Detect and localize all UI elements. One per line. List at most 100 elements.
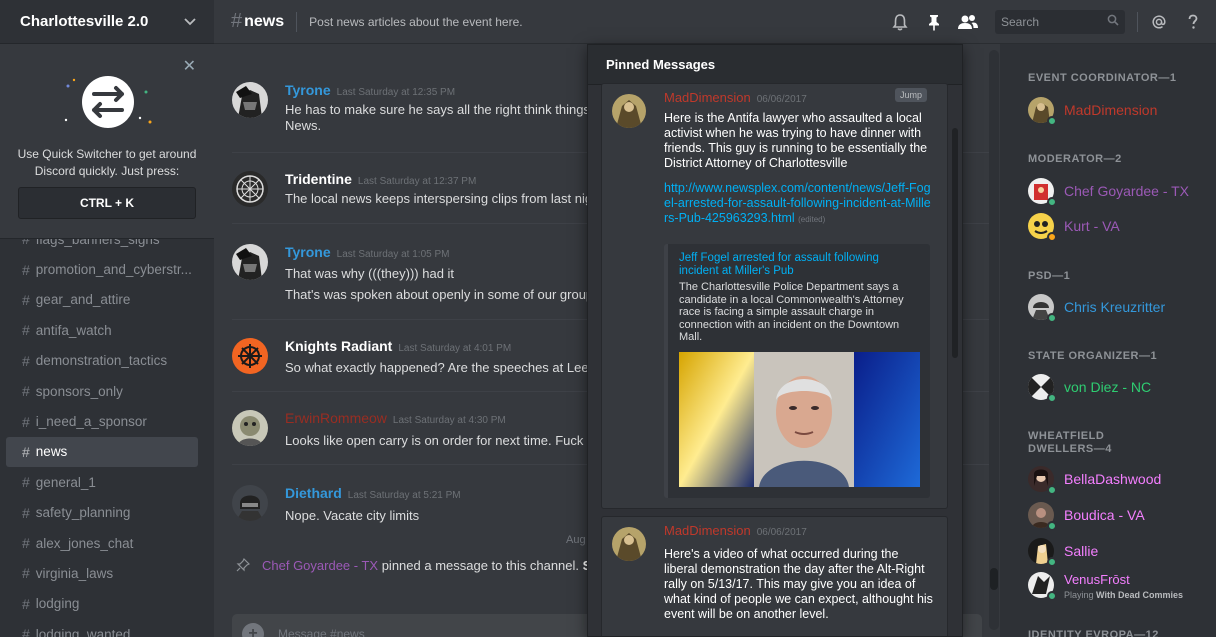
mention-icon[interactable] <box>1146 9 1172 35</box>
avatar[interactable] <box>232 82 268 118</box>
status-idle-indicator <box>1047 232 1057 242</box>
member-activity: Playing With Dead Commies <box>1064 590 1183 600</box>
channel-label: news <box>35 444 68 460</box>
member-item[interactable]: Kurt - VA <box>1028 212 1120 242</box>
pinned-date: 06/06/2017 <box>756 94 807 105</box>
server-name: Charlottesville 2.0 <box>20 13 149 30</box>
avatar[interactable] <box>232 244 268 280</box>
channel-item[interactable]: # i_need_a_sponsor <box>6 406 198 436</box>
channel-item[interactable]: # alex_jones_chat <box>6 528 198 558</box>
help-icon[interactable] <box>1180 9 1206 35</box>
message-author[interactable]: Diethard Last Saturday at 5:21 PM <box>285 485 461 501</box>
pinned-author[interactable]: MadDimension 06/06/2017 <box>664 90 807 105</box>
channel-label: promotion_and_cyberstr... <box>35 262 192 278</box>
hash-icon: # <box>22 352 30 369</box>
close-icon[interactable]: ✕ <box>183 56 196 76</box>
channel-topic: Post news articles about the event here. <box>309 14 523 29</box>
member-item[interactable]: Boudica - VA <box>1028 501 1145 531</box>
member-item[interactable]: MadDimension <box>1028 96 1157 126</box>
pinned-date: 06/06/2017 <box>756 527 807 538</box>
channel-label: safety_planning <box>35 505 131 521</box>
system-actor[interactable]: Chef Goyardee - TX <box>262 558 378 573</box>
shortcut-button[interactable]: CTRL + K <box>18 187 196 219</box>
pin-icon[interactable] <box>921 9 947 35</box>
pinned-message: MadDimension 06/06/2017 Jump Here is the … <box>601 83 948 509</box>
author-name: Knights Radiant <box>285 338 393 354</box>
embed-image[interactable] <box>679 352 920 487</box>
hash-icon: # <box>22 383 30 400</box>
search-input[interactable] <box>1001 15 1101 29</box>
status-online-indicator <box>1047 557 1057 567</box>
message-author[interactable]: Tyrone Last Saturday at 12:35 PM <box>285 82 455 98</box>
message-author[interactable]: Knights Radiant Last Saturday at 4:01 PM <box>285 338 511 354</box>
member-name: Kurt - VA <box>1064 218 1120 234</box>
message-scrollbar-track[interactable] <box>989 50 999 630</box>
channel-item[interactable]: # virginia_laws <box>6 558 198 588</box>
channel-item[interactable]: # demonstration_tactics <box>6 346 198 376</box>
search-icon[interactable] <box>1107 13 1119 31</box>
author-name: Tridentine <box>285 171 352 187</box>
jump-button[interactable]: Jump <box>894 88 927 102</box>
members-icon[interactable] <box>955 9 981 35</box>
quick-switcher-text: Use Quick Switcher to get around Discord… <box>17 147 197 178</box>
channel-label: lodging <box>35 596 80 612</box>
role-header: WHEATFIELD DWELLERS—4 <box>1028 430 1112 456</box>
avatar[interactable] <box>232 410 268 446</box>
chevron-down-icon <box>184 15 196 29</box>
system-text: pinned a message to this channel. <box>378 558 583 573</box>
member-item[interactable]: Chef Goyardee - TX <box>1028 177 1189 207</box>
channel-item[interactable]: # sponsors_only <box>6 376 198 406</box>
avatar[interactable] <box>612 94 646 128</box>
bell-icon[interactable] <box>887 9 913 35</box>
avatar[interactable] <box>232 338 268 374</box>
member-name: BellaDashwood <box>1064 471 1162 487</box>
member-item[interactable]: Sallie <box>1028 537 1098 567</box>
message-timestamp: Last Saturday at 5:21 PM <box>347 490 461 501</box>
upload-plus-icon[interactable]: + <box>242 623 264 637</box>
message-author[interactable]: Tyrone Last Saturday at 1:05 PM <box>285 244 449 260</box>
channel-item[interactable]: # general_1 <box>6 467 198 497</box>
pinned-message: MadDimension 06/06/2017 Here's a video of… <box>601 516 948 636</box>
avatar <box>1028 97 1057 126</box>
channel-item[interactable]: # promotion_and_cyberstr... <box>6 254 198 284</box>
channel-item[interactable]: # safety_planning <box>6 498 198 528</box>
divider <box>1137 12 1138 32</box>
pinned-author[interactable]: MadDimension 06/06/2017 <box>664 523 807 538</box>
channel-item[interactable]: # lodging_wanted <box>6 619 198 637</box>
member-item[interactable]: VenusFrōst Playing With Dead Commies <box>1028 568 1183 604</box>
channel-item[interactable]: # antifa_watch <box>6 315 198 345</box>
avatar[interactable] <box>612 527 646 561</box>
link-embed: Jeff Fogel arrested for assault followin… <box>664 244 930 498</box>
embed-title[interactable]: Jeff Fogel arrested for assault followin… <box>679 252 909 278</box>
avatar[interactable] <box>232 171 268 207</box>
member-name: Boudica - VA <box>1064 507 1145 523</box>
channel-header: # news Post news articles about the even… <box>214 0 1216 44</box>
quick-switcher-tip: ✕ Use Quick Switcher to get around Disco… <box>0 44 214 239</box>
channel-item-active[interactable]: # news <box>6 436 198 468</box>
hash-icon: # <box>22 535 30 552</box>
status-online-indicator <box>1047 485 1057 495</box>
channel-item[interactable]: # gear_and_attire <box>6 285 198 315</box>
message-scrollbar-thumb[interactable] <box>990 568 998 590</box>
message-author[interactable]: Tridentine Last Saturday at 12:37 PM <box>285 171 476 187</box>
message-text: Nope. Vacate city limits <box>285 508 420 523</box>
channel-label: i_need_a_sponsor <box>35 414 147 430</box>
channel-item[interactable]: # lodging <box>6 589 198 619</box>
discord-window: Charlottesville 2.0 # flags_banners_signs… <box>0 0 1216 637</box>
member-name: VenusFrōst <box>1064 572 1130 587</box>
author-name: MadDimension <box>664 90 751 105</box>
channel-label: antifa_watch <box>35 322 112 338</box>
avatar <box>1028 374 1057 403</box>
message-author[interactable]: ErwinRommeow Last Saturday at 4:30 PM <box>285 410 506 426</box>
avatar[interactable] <box>232 485 268 521</box>
hash-icon: # <box>22 504 30 521</box>
pinned-scrollbar-thumb[interactable] <box>952 128 958 358</box>
server-header[interactable]: Charlottesville 2.0 <box>0 0 214 44</box>
status-online-indicator <box>1047 591 1057 601</box>
member-item[interactable]: Chris Kreuzritter <box>1028 293 1165 323</box>
channel-label: alex_jones_chat <box>35 535 134 551</box>
member-item[interactable]: BellaDashwood <box>1028 465 1162 495</box>
pinned-link[interactable]: http://www.newsplex.com/content/news/Jef… <box>664 181 934 227</box>
member-item[interactable]: von Diez - NC <box>1028 373 1151 403</box>
avatar <box>1028 178 1057 207</box>
